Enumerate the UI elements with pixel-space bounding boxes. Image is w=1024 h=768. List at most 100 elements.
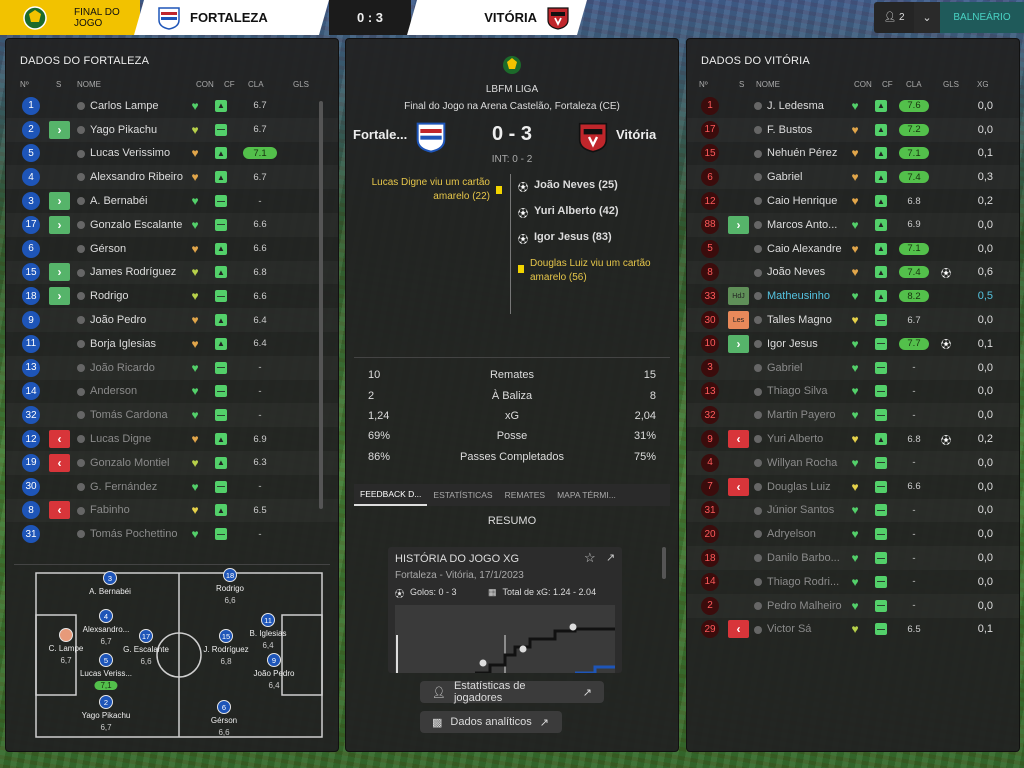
- player-row[interactable]: 3 › A. Bernabéi ♥ — -: [6, 189, 338, 213]
- player-name[interactable]: Gabriel: [754, 362, 849, 374]
- player-name[interactable]: Borja Iglesias: [77, 338, 189, 350]
- formation-goalkeeper-dot[interactable]: [59, 628, 73, 642]
- col-gls[interactable]: GLS: [943, 80, 977, 89]
- player-name[interactable]: Lucas Verissimo: [77, 147, 189, 159]
- player-name[interactable]: Lucas Digne: [77, 433, 189, 445]
- player-row[interactable]: 6 Gabriel ♥ ▲ 7.4 0,3: [687, 165, 1019, 189]
- player-row[interactable]: 1 J. Ledesma ♥ ▲ 7.6 0,0: [687, 94, 1019, 118]
- tab-0[interactable]: FEEDBACK D...: [354, 484, 428, 506]
- player-name[interactable]: Carlos Lampe: [77, 100, 189, 112]
- player-row[interactable]: 15 › James Rodríguez ♥ ▲ 6.8: [6, 261, 338, 285]
- player-row[interactable]: 18 › Rodrigo ♥ — 6.6: [6, 284, 338, 308]
- player-stats-button[interactable]: 👤︎ Estatísticas de jogadores ↗: [420, 680, 604, 704]
- player-name[interactable]: Tomás Cardona: [77, 409, 189, 421]
- player-row[interactable]: 18 Danilo Barbo... ♥ — - 0,0: [687, 546, 1019, 570]
- formation-player-dot[interactable]: 6: [217, 700, 231, 714]
- col-num[interactable]: Nº: [20, 80, 56, 89]
- player-row[interactable]: 1 Carlos Lampe ♥ ▲ 6.7: [6, 94, 338, 118]
- player-row[interactable]: 14 Thiago Rodri... ♥ — - 0,0: [687, 570, 1019, 594]
- player-row[interactable]: 9 João Pedro ♥ ▲ 6.4: [6, 308, 338, 332]
- player-name[interactable]: Alexsandro Ribeiro: [77, 171, 189, 183]
- col-cla[interactable]: CLA: [248, 80, 293, 89]
- player-name[interactable]: Caio Henrique: [754, 195, 849, 207]
- player-name[interactable]: Adryelson: [754, 528, 849, 540]
- player-row[interactable]: 4 Alexsandro Ribeiro ♥ ▲ 6.7: [6, 165, 338, 189]
- player-name[interactable]: Willyan Rocha: [754, 457, 849, 469]
- player-row[interactable]: 3 Gabriel ♥ — - 0,0: [687, 356, 1019, 380]
- player-row[interactable]: 31 Tomás Pochettino ♥ — -: [6, 522, 338, 546]
- player-name[interactable]: Gabriel: [754, 171, 849, 183]
- player-name[interactable]: Fabinho: [77, 504, 189, 516]
- player-name[interactable]: Thiago Rodri...: [754, 576, 849, 588]
- player-name[interactable]: Danilo Barbo...: [754, 552, 849, 564]
- player-name[interactable]: Nehuén Pérez: [754, 147, 849, 159]
- player-name[interactable]: Gonzalo Montiel: [77, 457, 189, 469]
- player-name[interactable]: Pedro Malheiro: [754, 600, 849, 612]
- player-row[interactable]: 88 › Marcos Anto... ♥ ▲ 6.9 0,0: [687, 213, 1019, 237]
- player-row[interactable]: 2 › Yago Pikachu ♥ — 6.7: [6, 118, 338, 142]
- player-row[interactable]: 5 Lucas Verissimo ♥ ▲ 7.1: [6, 142, 338, 166]
- col-cla[interactable]: CLA: [906, 80, 943, 89]
- player-row[interactable]: 8 ‹ Fabinho ♥ ▲ 6.5: [6, 499, 338, 523]
- player-row[interactable]: 17 F. Bustos ♥ ▲ 7.2 0,0: [687, 118, 1019, 142]
- col-gls[interactable]: GLS: [293, 80, 317, 89]
- player-name[interactable]: Igor Jesus: [754, 338, 849, 350]
- player-name[interactable]: Martin Payero: [754, 409, 849, 421]
- player-row[interactable]: 12 ‹ Lucas Digne ♥ ▲ 6.9: [6, 427, 338, 451]
- player-name[interactable]: Talles Magno: [754, 314, 849, 326]
- player-name[interactable]: Victor Sá: [754, 623, 849, 635]
- formation-player-dot[interactable]: 5: [99, 653, 113, 667]
- player-name[interactable]: Anderson: [77, 385, 189, 397]
- away-team-header[interactable]: VITÓRIA: [407, 0, 587, 35]
- tab-2[interactable]: REMATES: [499, 484, 551, 506]
- player-name[interactable]: Yuri Alberto: [754, 433, 849, 445]
- player-row[interactable]: 8 João Neves ♥ ▲ 7.4 ⚽︎ 0,6: [687, 261, 1019, 285]
- formation-player-dot[interactable]: 15: [219, 629, 233, 643]
- menu-dropdown-button[interactable]: ⌄: [914, 2, 940, 33]
- player-name[interactable]: Gonzalo Escalante: [77, 219, 189, 231]
- player-row[interactable]: 19 ‹ Gonzalo Montiel ♥ ▲ 6.3: [6, 451, 338, 475]
- col-xg[interactable]: XG: [977, 80, 997, 89]
- player-row[interactable]: 11 Borja Iglesias ♥ ▲ 6.4: [6, 332, 338, 356]
- player-row[interactable]: 6 Gérson ♥ ▲ 6.6: [6, 237, 338, 261]
- player-row[interactable]: 7 ‹ Douglas Luiz ♥ — 6.6 0,0: [687, 475, 1019, 499]
- player-name[interactable]: G. Fernández: [77, 481, 189, 493]
- player-row[interactable]: 20 Adryelson ♥ — - 0,0: [687, 522, 1019, 546]
- player-name[interactable]: Douglas Luiz: [754, 481, 849, 493]
- player-name[interactable]: Caio Alexandre: [754, 243, 849, 255]
- player-row[interactable]: 15 Nehuén Pérez ♥ ▲ 7.1 0,1: [687, 142, 1019, 166]
- away-team-short[interactable]: Vitória: [616, 127, 656, 142]
- player-row[interactable]: 5 Caio Alexandre ♥ ▲ 7.1 0,0: [687, 237, 1019, 261]
- tab-1[interactable]: ESTATÍSTICAS: [427, 484, 498, 506]
- formation-player-dot[interactable]: 4: [99, 609, 113, 623]
- player-row[interactable]: 2 Pedro Malheiro ♥ — - 0,0: [687, 594, 1019, 618]
- player-row[interactable]: 32 Tomás Cardona ♥ — -: [6, 403, 338, 427]
- col-con[interactable]: CON: [196, 80, 224, 89]
- balneario-button[interactable]: BALNEÁRIO: [940, 2, 1024, 33]
- formation-player-dot[interactable]: 9: [267, 653, 281, 667]
- col-num[interactable]: Nº: [699, 80, 739, 89]
- formation-player-dot[interactable]: 17: [139, 629, 153, 643]
- player-row[interactable]: 13 João Ricardo ♥ — -: [6, 356, 338, 380]
- player-row[interactable]: 29 ‹ Victor Sá ♥ — 6.5 0,1: [687, 618, 1019, 642]
- formation-player-dot[interactable]: 2: [99, 695, 113, 709]
- player-row[interactable]: 4 Willyan Rocha ♥ — - 0,0: [687, 451, 1019, 475]
- player-name[interactable]: Yago Pikachu: [77, 124, 189, 136]
- player-name[interactable]: A. Bernabéi: [77, 195, 189, 207]
- formation-player-dot[interactable]: 11: [261, 613, 275, 627]
- player-row[interactable]: 14 Anderson ♥ — -: [6, 380, 338, 404]
- player-name[interactable]: Júnior Santos: [754, 504, 849, 516]
- player-row[interactable]: 10 › Igor Jesus ♥ — 7.7 ⚽︎ 0,1: [687, 332, 1019, 356]
- expand-icon[interactable]: ↗: [606, 551, 615, 564]
- player-name[interactable]: Thiago Silva: [754, 385, 849, 397]
- player-row[interactable]: 9 ‹ Yuri Alberto ♥ ▲ 6.8 ⚽︎ 0,2: [687, 427, 1019, 451]
- connected-users-button[interactable]: 👤︎ 2: [874, 2, 914, 33]
- player-name[interactable]: James Rodríguez: [77, 266, 189, 278]
- star-icon[interactable]: ☆: [584, 550, 596, 566]
- analytics-button[interactable]: ▩ Dados analíticos ↗: [420, 711, 562, 733]
- player-name[interactable]: Marcos Anto...: [754, 219, 849, 231]
- xg-story-card[interactable]: HISTÓRIA DO JOGO XG ☆ ↗ Fortaleza - Vitó…: [388, 547, 622, 673]
- player-name[interactable]: João Ricardo: [77, 362, 189, 374]
- player-row[interactable]: 17 › Gonzalo Escalante ♥ — 6.6: [6, 213, 338, 237]
- player-row[interactable]: 13 Thiago Silva ♥ — - 0,0: [687, 380, 1019, 404]
